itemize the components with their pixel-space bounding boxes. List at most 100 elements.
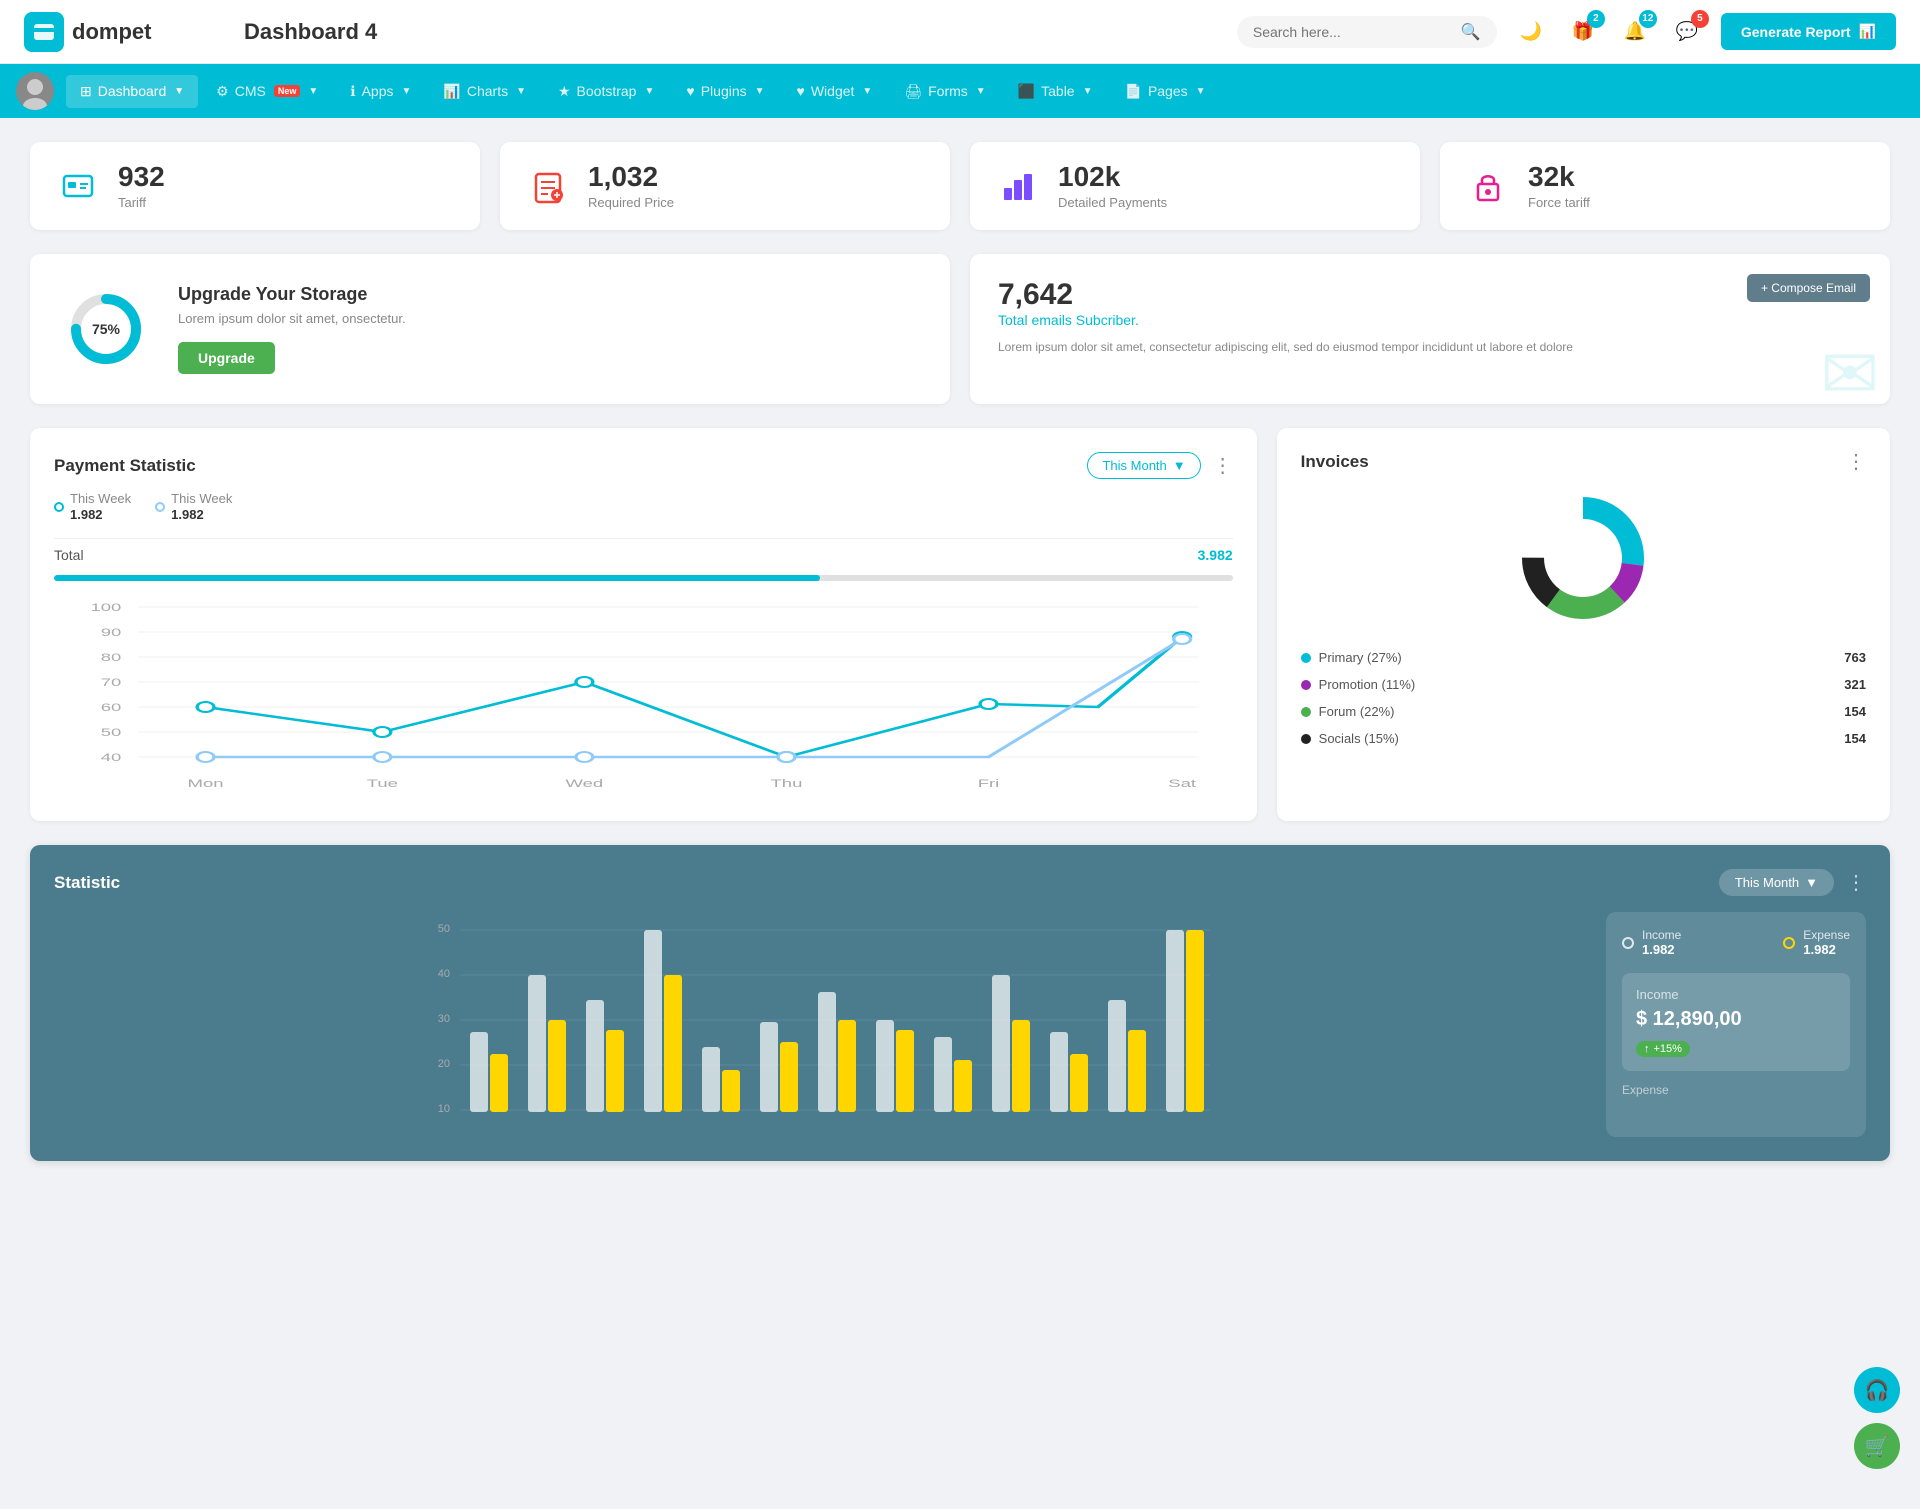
- inv-val-primary: 763: [1844, 650, 1866, 665]
- expense-legend-dot: [1783, 937, 1795, 949]
- progress-fill: [54, 575, 820, 581]
- cart-fab-button[interactable]: 🛒: [1854, 1423, 1900, 1469]
- nav-item-table[interactable]: ⬛ Table ▼: [1004, 75, 1107, 108]
- chat-button[interactable]: 💬 5: [1669, 14, 1705, 50]
- svg-text:20: 20: [438, 1058, 450, 1070]
- nav-item-pages[interactable]: 📄 Pages ▼: [1111, 75, 1220, 108]
- nav-item-dashboard[interactable]: ⊞ Dashboard ▼: [66, 75, 198, 108]
- line-chart: 100 90 80 70 60 50 40: [54, 597, 1233, 797]
- navbar: ⊞ Dashboard ▼ ⚙ CMS New ▼ ℹ Apps ▼ 📊 Cha…: [0, 64, 1920, 118]
- statistic-dropdown-icon: ▼: [1805, 875, 1818, 890]
- statistic-header-right: This Month ▼ ⋮: [1719, 869, 1866, 896]
- stat-info-force: 32k Force tariff: [1528, 163, 1590, 210]
- upgrade-button[interactable]: Upgrade: [178, 342, 275, 374]
- nav-item-cms[interactable]: ⚙ CMS New ▼: [202, 75, 332, 108]
- table-icon: ⬛: [1018, 83, 1035, 100]
- svg-text:70: 70: [101, 677, 122, 689]
- nav-item-apps[interactable]: ℹ Apps ▼: [336, 75, 425, 108]
- inv-dot-socials: [1301, 734, 1311, 744]
- svg-text:80: 80: [101, 652, 122, 664]
- storage-donut: 75%: [66, 289, 146, 369]
- notifications-button[interactable]: 🔔 12: [1617, 14, 1653, 50]
- nav-label-widget: Widget: [811, 83, 855, 99]
- svg-text:50: 50: [101, 727, 122, 739]
- tariff-icon: [54, 162, 102, 210]
- header-icons: 🌙 🎁 2 🔔 12 💬 5 Generate Report 📊: [1513, 13, 1896, 50]
- apps-icon: ℹ: [350, 83, 355, 100]
- income-panel-value: $ 12,890,00: [1636, 1008, 1836, 1031]
- stat-card-force: 32k Force tariff: [1440, 142, 1890, 230]
- svg-text:Sat: Sat: [1168, 778, 1197, 790]
- chevron-down-icon-8: ▼: [976, 86, 986, 97]
- invoices-legend: Primary (27%) 763 Promotion (11%) 321 Fo…: [1301, 644, 1866, 752]
- charts-icon: 📊: [443, 83, 460, 100]
- legend-item-2: This Week 1.982: [155, 491, 232, 522]
- stats-row: 932 Tariff 1,032 Required Price 102k Det…: [30, 142, 1890, 230]
- plugins-icon: ♥: [686, 83, 694, 99]
- nav-item-bootstrap[interactable]: ★ Bootstrap ▼: [544, 75, 668, 108]
- svg-text:30: 30: [438, 1013, 450, 1025]
- payments-value: 102k: [1058, 163, 1167, 191]
- compose-email-button[interactable]: + Compose Email: [1747, 274, 1870, 302]
- svg-text:10: 10: [438, 1103, 450, 1115]
- invoices-more-button[interactable]: ⋮: [1846, 452, 1866, 472]
- nav-item-widget[interactable]: ♥ Widget ▼: [783, 75, 887, 107]
- svg-text:Thu: Thu: [771, 778, 803, 790]
- nav-item-forms[interactable]: 🖨 Forms ▼: [890, 75, 999, 108]
- chevron-down-icon-2: ▼: [308, 86, 318, 97]
- chevron-down-icon-5: ▼: [644, 86, 654, 97]
- nav-item-plugins[interactable]: ♥ Plugins ▼: [672, 75, 778, 107]
- statistic-header: Statistic This Month ▼ ⋮: [54, 869, 1866, 896]
- dark-mode-button[interactable]: 🌙: [1513, 14, 1549, 50]
- expense-legend-value: 1.982: [1803, 942, 1850, 957]
- this-month-filter-button[interactable]: This Month ▼: [1087, 452, 1200, 479]
- support-fab-button[interactable]: 🎧: [1854, 1367, 1900, 1413]
- statistic-more-button[interactable]: ⋮: [1846, 870, 1866, 895]
- chat-badge: 5: [1691, 10, 1709, 28]
- legend-val-2: 1.982: [171, 507, 232, 522]
- fab-wrap: 🎧 🛒: [1854, 1367, 1900, 1469]
- logo: dompet: [24, 12, 204, 52]
- upgrade-desc: Lorem ipsum dolor sit amet, onsectetur.: [178, 311, 406, 326]
- price-icon: [524, 162, 572, 210]
- logo-text: dompet: [72, 19, 151, 45]
- payment-legend: This Week 1.982 This Week 1.982: [54, 491, 1233, 522]
- up-arrow-icon: ↑: [1644, 1043, 1650, 1055]
- income-change-value: +15%: [1654, 1043, 1682, 1055]
- nav-label-pages: Pages: [1148, 83, 1188, 99]
- invoices-donut-chart: [1301, 488, 1866, 628]
- gift-badge: 2: [1587, 10, 1605, 28]
- expense-legend-item: Expense 1.982: [1783, 928, 1850, 957]
- pages-icon: 📄: [1125, 83, 1142, 100]
- widget-icon: ♥: [797, 83, 805, 99]
- generate-report-button[interactable]: Generate Report 📊: [1721, 13, 1896, 50]
- more-options-button[interactable]: ⋮: [1213, 456, 1233, 476]
- svg-text:Tue: Tue: [367, 778, 398, 790]
- price-label: Required Price: [588, 195, 674, 210]
- invoices-title: Invoices: [1301, 452, 1369, 472]
- income-legend-item: Income 1.982: [1622, 928, 1681, 957]
- header: dompet Dashboard 4 🔍 🌙 🎁 2 🔔 12 💬 5 Gene…: [0, 0, 1920, 64]
- svg-text:60: 60: [101, 702, 122, 714]
- email-count: 7,642: [998, 278, 1862, 312]
- email-card: + Compose Email 7,642 Total emails Subcr…: [970, 254, 1890, 404]
- payments-icon: [994, 162, 1042, 210]
- svg-text:50: 50: [438, 923, 450, 935]
- gift-button[interactable]: 🎁 2: [1565, 14, 1601, 50]
- income-legend-label: Income: [1642, 928, 1681, 942]
- upgrade-title: Upgrade Your Storage: [178, 284, 406, 305]
- donut-label: 75%: [92, 321, 120, 337]
- tariff-value: 932: [118, 163, 165, 191]
- upgrade-card: 75% Upgrade Your Storage Lorem ipsum dol…: [30, 254, 950, 404]
- expense-legend-label: Expense: [1803, 928, 1850, 942]
- payment-chart-header: Payment Statistic This Month ▼ ⋮: [54, 452, 1233, 479]
- statistic-month-button[interactable]: This Month ▼: [1719, 869, 1834, 896]
- svg-text:100: 100: [90, 602, 121, 614]
- dashboard-icon: ⊞: [80, 83, 92, 100]
- svg-text:40: 40: [101, 752, 122, 764]
- svg-text:Fri: Fri: [978, 778, 1000, 790]
- nav-item-charts[interactable]: 📊 Charts ▼: [429, 75, 540, 108]
- income-legend-value: 1.982: [1642, 942, 1681, 957]
- search-input[interactable]: [1253, 24, 1453, 40]
- nav-label-charts: Charts: [467, 83, 508, 99]
